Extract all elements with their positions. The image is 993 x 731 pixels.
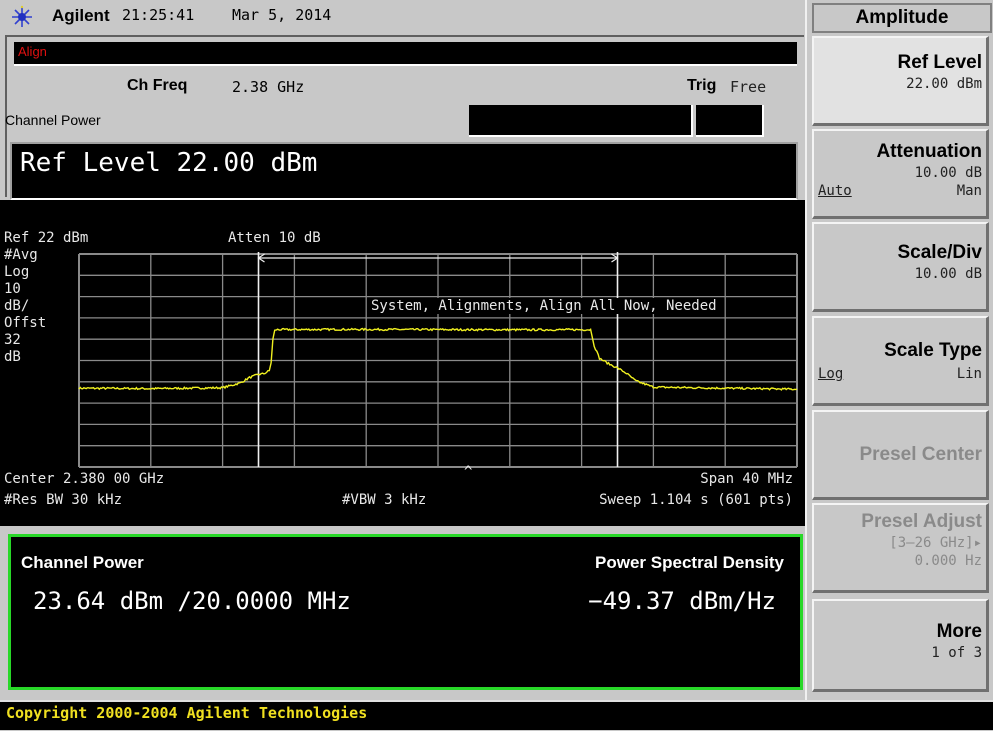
- softkey-title: More: [936, 621, 982, 642]
- softkey-title: Scale Type: [884, 340, 982, 361]
- softkey-option-lin: Lin: [956, 366, 982, 382]
- results-panel: Channel Power 23.64 dBm /20.0000 MHz Pow…: [8, 534, 803, 690]
- center-frequency-label: Center 2.380 00 GHz: [4, 471, 165, 487]
- title-bar: [0, 0, 805, 32]
- softkey-value: 10.00 dB: [914, 165, 982, 181]
- agilent-spark-icon: [12, 5, 32, 27]
- softkey-title: Scale/Div: [897, 242, 983, 263]
- vbw-label: #VBW 3 kHz: [342, 492, 427, 508]
- softkey-more[interactable]: More 1 of 3: [812, 599, 989, 692]
- softkey-scale-type[interactable]: Scale Type Log Lin: [812, 316, 989, 406]
- ch-freq-value: 2.38 GHz: [232, 78, 305, 96]
- copyright-text: Copyright 2000-2004 Agilent Technologies: [6, 704, 368, 722]
- softkey-title: Attenuation: [876, 141, 982, 162]
- psd-label: Power Spectral Density: [595, 553, 784, 572]
- softkey-ref-level[interactable]: Ref Level 22.00 dBm: [812, 36, 989, 126]
- softkey-value: 22.00 dBm: [906, 76, 982, 92]
- softkey-option-man: Man: [956, 183, 982, 199]
- brand-name: Agilent: [52, 6, 110, 25]
- center-marker: ^: [464, 464, 473, 480]
- menu-title: Amplitude: [812, 3, 992, 33]
- trig-value: Free: [730, 78, 767, 96]
- psd-value: −49.37 dBm/Hz: [588, 587, 776, 615]
- ch-freq-label: Ch Freq: [127, 77, 188, 94]
- span-label: Span 40 MHz: [700, 471, 793, 487]
- status-box-primary: [469, 105, 693, 137]
- softkey-option-log: Log: [818, 366, 844, 382]
- softkey-scale-div[interactable]: Scale/Div 10.00 dB: [812, 222, 989, 312]
- trig-label: Trig: [687, 77, 717, 94]
- softkey-value: 1 of 3: [931, 645, 982, 661]
- measurement-name: Channel Power: [5, 112, 101, 128]
- alignment-status-bar: [14, 42, 797, 66]
- softkey-attenuation[interactable]: Attenuation 10.00 dB Auto Man: [812, 129, 989, 219]
- softkey-presel-center[interactable]: Presel Center: [812, 410, 989, 500]
- softkey-option-auto: Auto: [818, 183, 852, 199]
- alignment-message: System, Alignments, Align All Now, Neede…: [369, 298, 719, 314]
- softkey-title: Presel Center: [859, 444, 982, 465]
- align-indicator: Align: [18, 44, 47, 59]
- spectrum-display: Ref 22 dBm Atten 10 dB #Avg Log 10 dB/ O…: [0, 200, 805, 526]
- clock-time: 21:25:41: [122, 6, 195, 24]
- channel-power-label: Channel Power: [21, 553, 144, 572]
- graticule: [78, 253, 798, 468]
- softkey-value: 10.00 dB: [914, 266, 982, 282]
- res-bw-label: #Res BW 30 kHz: [4, 492, 123, 508]
- clock-date: Mar 5, 2014: [232, 6, 332, 24]
- softkey-title: Ref Level: [897, 52, 982, 73]
- softkey-presel-adjust[interactable]: Presel Adjust [3–26 GHz]▸ 0.000 Hz: [812, 503, 989, 593]
- softkey-value: [3–26 GHz]▸: [889, 535, 982, 551]
- status-box-secondary: [696, 105, 764, 137]
- sweep-label: Sweep 1.104 s (601 pts): [599, 492, 793, 508]
- channel-power-value: 23.64 dBm /20.0000 MHz: [33, 587, 351, 615]
- softkey-title: Presel Adjust: [861, 511, 982, 532]
- softkey-value-secondary: 0.000 Hz: [914, 553, 982, 569]
- active-function-text: Ref Level 22.00 dBm: [20, 148, 318, 178]
